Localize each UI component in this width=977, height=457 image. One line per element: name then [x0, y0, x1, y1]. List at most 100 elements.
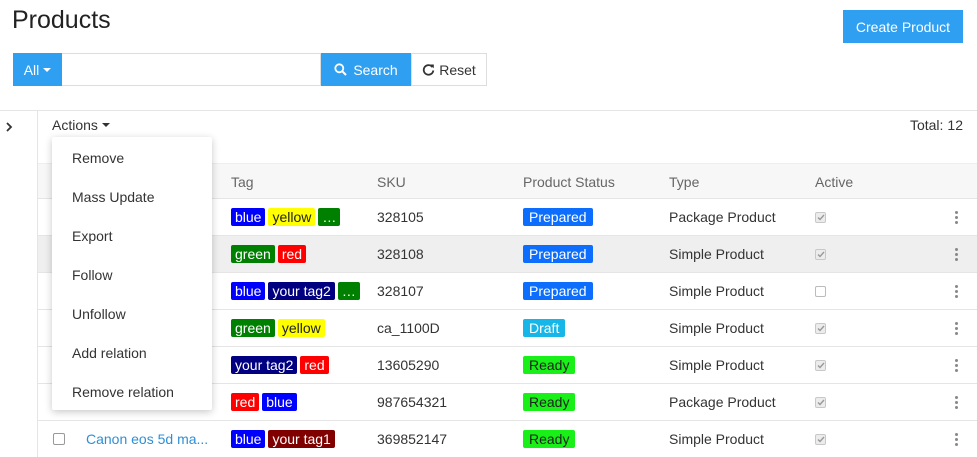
- menu-item[interactable]: Remove relation: [52, 372, 212, 411]
- check-icon: [817, 399, 825, 406]
- status-cell: Ready: [523, 384, 576, 420]
- column-header-type[interactable]: Type: [669, 174, 699, 190]
- status-badge: Ready: [523, 393, 576, 411]
- search-button[interactable]: Search: [321, 53, 411, 86]
- tag-badge: yellow: [277, 319, 325, 337]
- status-badge: Prepared: [523, 282, 593, 300]
- check-icon: [817, 325, 825, 332]
- sku-value: 328105: [377, 209, 424, 225]
- row-menu-button[interactable]: [951, 384, 961, 420]
- status-badge: Draft: [523, 319, 566, 337]
- type-value: Simple Product: [669, 431, 764, 447]
- actions-menu-button[interactable]: Actions: [52, 117, 110, 133]
- sku-value: 328108: [377, 246, 424, 262]
- tag-badge: red: [231, 393, 260, 411]
- type-value: Simple Product: [669, 246, 764, 262]
- sku-value: 369852147: [377, 431, 448, 447]
- column-header-active[interactable]: Active: [815, 174, 853, 190]
- status-badge: Ready: [523, 430, 576, 448]
- kebab-menu-icon: [954, 432, 958, 446]
- reset-button[interactable]: Reset: [411, 53, 487, 86]
- active-cell: [815, 310, 826, 346]
- menu-item[interactable]: Add relation: [52, 333, 212, 372]
- check-icon: [817, 362, 825, 369]
- tag-badge: …: [337, 282, 360, 300]
- total-value: 12: [947, 117, 963, 133]
- expand-panel-button[interactable]: [3, 120, 15, 134]
- kebab-menu-icon: [954, 358, 958, 372]
- table-row[interactable]: Canon eos 5d ma... blue your tag1 369852147…: [38, 421, 977, 457]
- check-icon: [817, 251, 825, 258]
- active-cell: [815, 273, 826, 309]
- row-menu-button[interactable]: [951, 421, 961, 457]
- type-value: Simple Product: [669, 320, 764, 336]
- status-badge: Prepared: [523, 245, 593, 263]
- tag-badge: blue: [231, 282, 266, 300]
- sku-value: 13605290: [377, 357, 440, 373]
- tag-badge: green: [231, 245, 275, 263]
- total-label: Total:: [909, 117, 944, 133]
- tag-badge: red: [300, 356, 329, 374]
- sku-value: 987654321: [377, 394, 448, 410]
- active-checkbox-checked: [815, 396, 826, 408]
- tag-badge: your tag2: [231, 356, 298, 374]
- refresh-icon: [423, 64, 435, 76]
- actions-label: Actions: [52, 117, 98, 133]
- row-menu-button[interactable]: [951, 347, 961, 383]
- total-count: Total: 12: [910, 117, 963, 133]
- status-badge: Prepared: [523, 208, 593, 226]
- content-divider: [38, 110, 977, 111]
- status-cell: Prepared: [523, 199, 593, 235]
- active-cell: [815, 347, 826, 383]
- row-menu-button[interactable]: [951, 310, 961, 346]
- product-name-link[interactable]: Canon eos 5d ma...: [86, 421, 213, 457]
- active-cell: [815, 236, 826, 272]
- chevron-right-icon: [6, 122, 13, 132]
- type-value: Package Product: [669, 394, 776, 410]
- tag-list: red blue: [231, 384, 369, 420]
- tag-badge: …: [318, 208, 341, 226]
- column-header-sku[interactable]: SKU: [377, 174, 406, 190]
- reset-button-label: Reset: [439, 61, 476, 78]
- tag-list: blue yellow…: [231, 199, 369, 235]
- column-header-status[interactable]: Product Status: [523, 174, 615, 190]
- filter-side-panel: [0, 110, 38, 457]
- create-product-button[interactable]: Create Product: [843, 10, 963, 43]
- active-cell: [815, 421, 826, 457]
- tag-list: blue your tag1: [231, 421, 369, 457]
- row-menu-button[interactable]: [951, 273, 961, 309]
- tag-badge: blue: [262, 393, 297, 411]
- menu-item[interactable]: Follow: [52, 255, 212, 294]
- column-header-tag[interactable]: Tag: [231, 174, 254, 190]
- status-badge: Ready: [523, 356, 576, 374]
- tag-badge: yellow: [268, 208, 316, 226]
- menu-item[interactable]: Remove: [52, 138, 212, 177]
- tag-list: your tag2 red: [231, 347, 369, 383]
- caret-down-icon: [101, 123, 110, 127]
- menu-item[interactable]: Export: [52, 216, 212, 255]
- sku-value: ca_1100D: [377, 320, 440, 336]
- menu-item[interactable]: Mass Update: [52, 177, 212, 216]
- row-checkbox[interactable]: [53, 433, 65, 445]
- filter-label: All: [23, 61, 40, 78]
- search-button-label: Search: [353, 61, 398, 78]
- tag-badge: your tag2: [268, 282, 335, 300]
- active-checkbox-checked: [815, 359, 826, 371]
- kebab-menu-icon: [954, 321, 958, 335]
- filter-dropdown-button[interactable]: All: [13, 53, 62, 86]
- sku-value: 328107: [377, 283, 424, 299]
- status-cell: Ready: [523, 421, 576, 457]
- active-checkbox-checked: [815, 433, 826, 445]
- tag-badge: red: [277, 245, 307, 263]
- tag-list: blue your tag2…: [231, 273, 369, 309]
- caret-down-icon: [43, 67, 52, 72]
- status-cell: Draft: [523, 310, 566, 346]
- search-bar: All Search Reset: [13, 53, 487, 86]
- menu-item[interactable]: Unfollow: [52, 294, 212, 333]
- active-checkbox-checked: [815, 248, 826, 260]
- tag-list: green yellow: [231, 310, 369, 346]
- search-input[interactable]: [62, 53, 321, 86]
- row-menu-button[interactable]: [951, 199, 961, 235]
- active-checkbox-checked: [815, 322, 826, 334]
- row-menu-button[interactable]: [951, 236, 961, 272]
